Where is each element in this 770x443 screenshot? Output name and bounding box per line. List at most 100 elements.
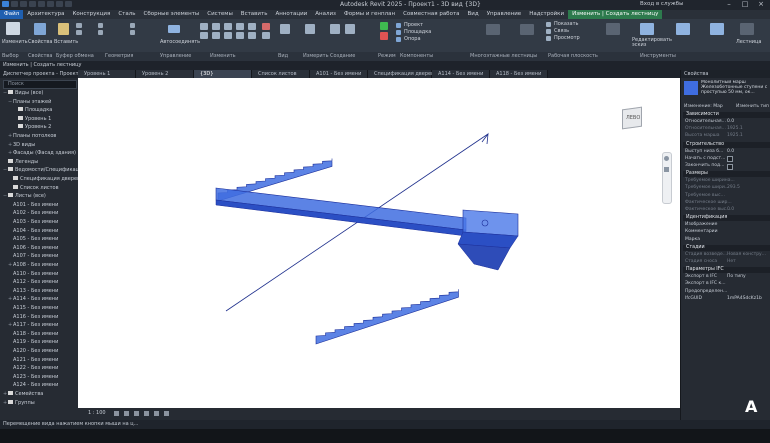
sun-path-icon[interactable] bbox=[134, 411, 139, 416]
tree-item[interactable]: A103 - Без имени bbox=[8, 219, 58, 226]
modify-cursor-icon[interactable] bbox=[6, 22, 20, 35]
property-group-header[interactable]: Строительство bbox=[683, 141, 770, 148]
flip-icon[interactable] bbox=[676, 23, 690, 35]
tree-item[interactable]: A122 - Без имени bbox=[8, 365, 58, 372]
ribbon-tab-9[interactable]: Формы и генплан bbox=[340, 10, 399, 19]
viewer-button[interactable]: Просмотр bbox=[554, 35, 580, 41]
autoconnect-icon[interactable] bbox=[168, 25, 180, 33]
crop-icon[interactable] bbox=[154, 411, 159, 416]
tree-item[interactable]: A121 - Без имени bbox=[8, 357, 58, 364]
mirror-draw-icon[interactable] bbox=[236, 23, 244, 30]
array-icon[interactable] bbox=[262, 32, 270, 39]
ribbon-tab-4[interactable]: Сборные элементы bbox=[140, 10, 204, 19]
ribbon-tab-2[interactable]: Конструкция bbox=[69, 10, 115, 19]
ribbon-tab-12[interactable]: Управление bbox=[483, 10, 526, 19]
cut-icon[interactable] bbox=[76, 23, 82, 28]
show-button[interactable]: Показать bbox=[554, 21, 579, 27]
properties-button-label[interactable]: Свойства bbox=[28, 39, 52, 45]
stairs-button-label[interactable]: Лестница bbox=[736, 39, 761, 45]
align-icon[interactable] bbox=[200, 23, 208, 30]
ribbon-tab-5[interactable]: Системы bbox=[203, 10, 237, 19]
autoconnect-button-label[interactable]: Автосоединять bbox=[160, 39, 200, 45]
type-selector[interactable]: Монолитный марш Железобетонные ступени с… bbox=[701, 80, 769, 100]
scale-icon[interactable] bbox=[248, 32, 256, 39]
cut-geometry-icon[interactable] bbox=[98, 30, 103, 35]
tree-item[interactable]: + Семейства bbox=[3, 391, 43, 398]
ribbon-tab-11[interactable]: Вид bbox=[464, 10, 483, 19]
property-group-header[interactable]: Идентификация bbox=[683, 215, 770, 222]
tree-item[interactable]: − Виды (все) bbox=[3, 90, 43, 97]
tree-item[interactable]: +A117 - Без имени bbox=[8, 322, 58, 329]
visual-style-icon[interactable] bbox=[124, 411, 129, 416]
redo-icon[interactable] bbox=[38, 1, 45, 7]
mirror-axis-icon[interactable] bbox=[224, 23, 232, 30]
revit-logo-icon[interactable] bbox=[2, 1, 9, 7]
landing-block[interactable] bbox=[462, 209, 519, 237]
property-value[interactable]: 0.0 bbox=[727, 119, 734, 124]
view-icon[interactable] bbox=[280, 24, 290, 34]
tree-item[interactable]: A102 - Без имени bbox=[8, 210, 58, 217]
view-tab-3[interactable]: Список листов bbox=[252, 70, 310, 78]
multistory-stairs-icon[interactable] bbox=[486, 24, 500, 35]
property-group-header[interactable]: Стадии bbox=[683, 244, 770, 251]
view-tab-6[interactable]: A114 - Без имени bbox=[432, 70, 490, 78]
instance-selector[interactable]: Изменение: Мар bbox=[684, 104, 723, 109]
lower-stair-flight[interactable] bbox=[315, 289, 459, 345]
support-button[interactable]: Опора bbox=[404, 36, 421, 42]
railing-icon[interactable] bbox=[740, 23, 754, 35]
tree-item[interactable]: A105 - Без имени bbox=[8, 236, 58, 243]
property-checkbox[interactable] bbox=[727, 163, 733, 170]
undo-icon[interactable] bbox=[29, 1, 36, 7]
ribbon-tab-1[interactable]: Архитектура bbox=[23, 10, 68, 19]
paste-button-label[interactable]: Вставить bbox=[54, 39, 78, 45]
link-icon[interactable] bbox=[546, 29, 551, 34]
run-icon[interactable] bbox=[396, 23, 401, 28]
join-icon[interactable] bbox=[130, 23, 135, 28]
property-group-header[interactable]: Зависимости bbox=[683, 112, 770, 118]
tree-item[interactable]: Уровень 2 bbox=[13, 124, 51, 131]
temporary-hide-icon[interactable] bbox=[164, 411, 169, 416]
3d-viewport[interactable]: ЛЕВО bbox=[78, 78, 680, 408]
tree-item[interactable]: A110 - Без имени bbox=[8, 271, 58, 278]
copy-icon[interactable] bbox=[76, 30, 82, 35]
create-group-icon[interactable] bbox=[330, 24, 340, 34]
property-checkbox[interactable] bbox=[727, 156, 733, 163]
tree-item[interactable]: A118 - Без имени bbox=[8, 331, 58, 338]
property-value[interactable]: 1mPA4SdcKz1b bbox=[727, 296, 762, 301]
trim-icon[interactable] bbox=[236, 32, 244, 39]
wall-joins-icon[interactable] bbox=[130, 30, 135, 35]
user-signin[interactable]: Вход в службы bbox=[640, 1, 683, 7]
tree-item[interactable]: − Ведомости/Спецификации bbox=[3, 167, 85, 174]
copy-tool-icon[interactable] bbox=[212, 32, 220, 39]
delete-icon[interactable] bbox=[262, 23, 270, 30]
view-tab-1[interactable]: Уровень 2 bbox=[136, 70, 194, 78]
view-tab-2[interactable]: {3D} bbox=[194, 70, 252, 78]
ribbon-tab-10[interactable]: Совместная работа bbox=[399, 10, 463, 19]
maximize-icon[interactable]: □ bbox=[738, 0, 752, 10]
tree-item[interactable]: A116 - Без имени bbox=[8, 314, 58, 321]
tree-item[interactable]: A112 - Без имени bbox=[8, 279, 58, 286]
view-tab-0[interactable]: Уровень 1 bbox=[78, 70, 136, 78]
link-button[interactable]: Связь bbox=[554, 28, 569, 34]
project-browser-search[interactable]: Поиск bbox=[3, 80, 77, 89]
property-group-header[interactable]: Параметры IFC bbox=[683, 267, 770, 274]
edit-type-button[interactable]: Изменить тип bbox=[736, 104, 769, 109]
tree-item[interactable]: Уровень 1 bbox=[13, 115, 51, 123]
ribbon-tab-6[interactable]: Вставить bbox=[237, 10, 272, 19]
view-tab-5[interactable]: Спецификация дверей bbox=[368, 70, 434, 78]
tree-item[interactable]: A123 - Без имени bbox=[8, 374, 58, 381]
view-tab-7[interactable]: A118 - Без имени bbox=[490, 70, 548, 78]
landing-icon[interactable] bbox=[396, 30, 401, 35]
viewer-icon[interactable] bbox=[546, 36, 551, 41]
support-icon[interactable] bbox=[396, 37, 401, 42]
tree-item[interactable]: A104 - Без имени bbox=[8, 228, 58, 235]
tree-item[interactable]: Площадка bbox=[13, 107, 52, 114]
property-value[interactable]: По типу bbox=[727, 274, 746, 279]
connect-levels-icon[interactable] bbox=[520, 24, 534, 35]
tree-item[interactable]: A107 - Без имени bbox=[8, 253, 58, 260]
landing-support[interactable] bbox=[457, 243, 511, 271]
ribbon-tab-8[interactable]: Анализ bbox=[311, 10, 340, 19]
view-scale[interactable]: 1 : 100 bbox=[88, 410, 106, 416]
ribbon-tab-13[interactable]: Надстройки bbox=[525, 10, 568, 19]
tree-item[interactable]: Легенды bbox=[3, 158, 38, 166]
